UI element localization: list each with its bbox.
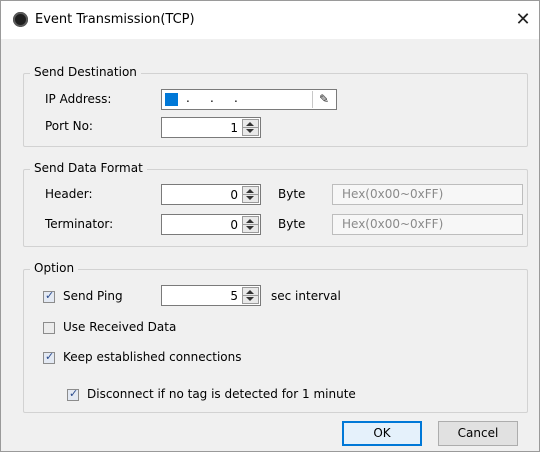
header-value: 0: [230, 188, 238, 202]
send-ping-checkbox[interactable]: [43, 289, 55, 303]
port-value: 1: [230, 121, 238, 135]
port-stepper[interactable]: 1: [161, 117, 261, 138]
ping-interval-value: 5: [230, 289, 238, 303]
header-label: Header:: [45, 187, 93, 201]
ip-dot: .: [210, 91, 214, 105]
use-received-data-label[interactable]: Use Received Data: [63, 320, 176, 334]
port-label: Port No:: [45, 119, 93, 133]
ip-address-input[interactable]: . . . ✎: [161, 89, 337, 110]
ok-button[interactable]: OK: [342, 421, 422, 446]
send-data-format-legend: Send Data Format: [30, 161, 147, 175]
terminator-value: 0: [230, 218, 238, 232]
terminator-spin-button[interactable]: [242, 216, 259, 233]
terminator-hex-field: Hex(0x00~0xFF): [332, 214, 523, 235]
app-icon: [13, 12, 28, 27]
terminator-label: Terminator:: [45, 217, 114, 231]
cancel-button[interactable]: Cancel: [438, 421, 518, 446]
terminator-unit: Byte: [278, 217, 306, 231]
ip-dot: .: [186, 91, 190, 105]
title-bar: Event Transmission(TCP) ✕: [1, 1, 539, 39]
close-icon[interactable]: ✕: [511, 8, 535, 32]
port-spin-button[interactable]: [242, 119, 259, 136]
send-destination-legend: Send Destination: [30, 65, 141, 79]
send-ping-label[interactable]: Send Ping: [63, 289, 123, 303]
use-received-data-checkbox[interactable]: [43, 322, 55, 334]
option-legend: Option: [30, 261, 79, 275]
window-title: Event Transmission(TCP): [35, 12, 195, 27]
header-unit: Byte: [278, 187, 306, 201]
ping-interval-stepper[interactable]: 5: [161, 285, 261, 306]
keep-connections-label[interactable]: Keep established connections: [63, 350, 242, 364]
ip-dot: .: [234, 91, 238, 105]
ip-address-label: IP Address:: [45, 92, 112, 106]
ping-spin-button[interactable]: [242, 287, 259, 304]
ip-octet-cursor: [165, 93, 178, 106]
event-transmission-dialog: Event Transmission(TCP) ✕ Send Destinati…: [0, 0, 540, 452]
header-hex-field: Hex(0x00~0xFF): [332, 184, 523, 205]
keep-connections-checkbox[interactable]: [43, 350, 55, 364]
ping-interval-unit: sec interval: [271, 289, 341, 303]
edit-pencil-icon[interactable]: ✎: [312, 91, 335, 108]
header-spin-button[interactable]: [242, 186, 259, 203]
send-destination-group: Send Destination: [23, 65, 528, 147]
send-data-format-group: Send Data Format: [23, 161, 528, 247]
header-stepper[interactable]: 0: [161, 184, 261, 205]
disconnect-no-tag-label[interactable]: Disconnect if no tag is detected for 1 m…: [87, 387, 356, 401]
disconnect-no-tag-checkbox[interactable]: [67, 387, 79, 401]
terminator-stepper[interactable]: 0: [161, 214, 261, 235]
